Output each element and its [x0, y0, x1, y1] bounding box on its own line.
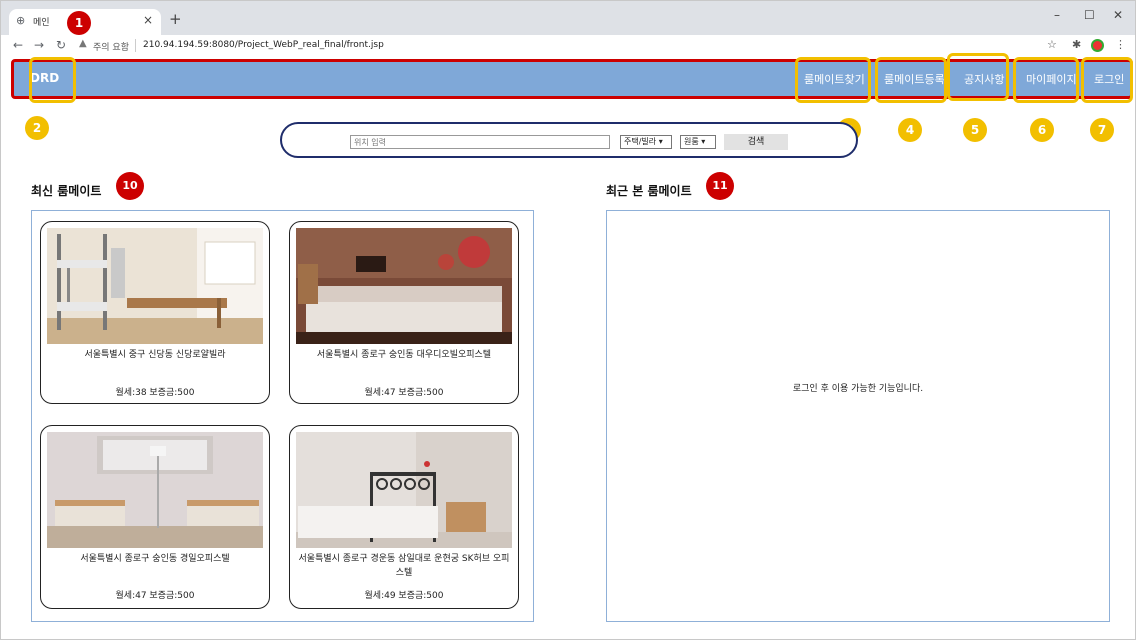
highlight-notice [947, 53, 1009, 101]
search-button[interactable]: 검색 [724, 134, 788, 150]
divider [135, 39, 136, 52]
tab-bar: ⊕ 메인 × + – ☐ ✕ [1, 1, 1135, 35]
chevron-down-icon: ▾ [658, 137, 663, 146]
profile-icon[interactable] [1091, 39, 1104, 52]
browser-window: ⊕ 메인 × + – ☐ ✕ ← → ↻ ▲ 주의 요함 210.94.194.… [0, 0, 1136, 640]
back-icon[interactable]: ← [13, 38, 23, 52]
close-window-button[interactable]: ✕ [1113, 8, 1123, 22]
recent-roommates-panel: 로그인 후 이용 가능한 기능입니다. [606, 210, 1110, 622]
highlight-brand [29, 57, 76, 103]
login-required-message: 로그인 후 이용 가능한 기능입니다. [792, 384, 924, 394]
highlight-mypage [1013, 57, 1079, 103]
housing-type-select[interactable]: 주택/빌라 ▾ [620, 135, 672, 149]
room-card[interactable]: 서울특별시 종로구 숭인동 경일오피스텔 월세:47 보증금:500 [40, 425, 270, 609]
room-address: 서울특별시 종로구 숭인동 대우디오빌오피스텔 [316, 350, 492, 360]
room-price: 월세:47 보증금:500 [364, 388, 444, 398]
badge-11: 11 [706, 172, 734, 200]
extensions-icon[interactable]: ✱ [1072, 38, 1081, 51]
badge-10: 10 [116, 172, 144, 200]
room-price: 월세:49 보증금:500 [364, 591, 444, 601]
badge-5: 5 [963, 118, 987, 142]
highlight-login [1081, 57, 1133, 103]
room-type-select[interactable]: 원룸 ▾ [680, 135, 716, 149]
highlight-register [875, 57, 947, 103]
highlight-find [795, 57, 871, 103]
tab-title: 메인 [33, 18, 50, 28]
latest-roommates-panel: 서울특별시 중구 신당동 신당로얄빌라 월세:38 보증금:500 서울특별시 … [31, 210, 534, 622]
room-card[interactable]: 서울특별시 종로구 숭인동 대우디오빌오피스텔 월세:47 보증금:500 [289, 221, 519, 404]
reload-icon[interactable]: ↻ [56, 38, 66, 52]
room-address: 서울특별시 중구 신당동 신당로얄빌라 [84, 350, 226, 360]
badge-6: 6 [1030, 118, 1054, 142]
room-photo [47, 228, 263, 344]
new-tab-button[interactable]: + [169, 10, 182, 28]
room-price: 월세:47 보증금:500 [115, 591, 195, 601]
room-card[interactable]: 서울특별시 중구 신당동 신당로얄빌라 월세:38 보증금:500 [40, 221, 270, 404]
forward-icon[interactable]: → [34, 38, 44, 52]
globe-icon: ⊕ [16, 14, 26, 27]
latest-roommates-title: 최신 룸메이트 [31, 184, 102, 198]
badge-7: 7 [1090, 118, 1114, 142]
location-search-input[interactable] [350, 135, 610, 149]
badge-4: 4 [898, 118, 922, 142]
badge-2: 2 [25, 116, 49, 140]
chevron-down-icon: ▾ [701, 137, 706, 146]
search-bar: 주택/빌라 ▾ 원룸 ▾ 검색 [280, 122, 858, 158]
room-card[interactable]: 서울특별시 종로구 경운동 삼일대로 운현궁 SK허브 오피스텔 월세:49 보… [289, 425, 519, 609]
warning-icon[interactable]: ▲ [79, 38, 87, 49]
maximize-button[interactable]: ☐ [1084, 8, 1095, 22]
room-price: 월세:38 보증금:500 [115, 388, 195, 398]
recent-roommates-title: 최근 본 룸메이트 [606, 184, 692, 198]
security-warning[interactable]: 주의 요함 [93, 40, 129, 53]
housing-type-value: 주택/빌라 [624, 137, 657, 146]
close-tab-icon[interactable]: × [143, 13, 153, 27]
room-type-value: 원룸 [684, 137, 699, 146]
room-address: 서울특별시 종로구 숭인동 경일오피스텔 [80, 554, 230, 564]
bookmark-star-icon[interactable]: ☆ [1047, 38, 1057, 51]
room-photo [47, 432, 263, 548]
room-photo [296, 432, 512, 548]
room-address: 서울특별시 종로구 경운동 삼일대로 운현궁 SK허브 오피스텔 [298, 554, 510, 578]
url-field[interactable]: 210.94.194.59:8080/Project_WebP_real_fin… [143, 40, 384, 50]
badge-1: 1 [67, 11, 91, 35]
room-photo [296, 228, 512, 344]
minimize-button[interactable]: – [1054, 8, 1060, 22]
menu-dots-icon[interactable]: ⋮ [1115, 38, 1126, 51]
